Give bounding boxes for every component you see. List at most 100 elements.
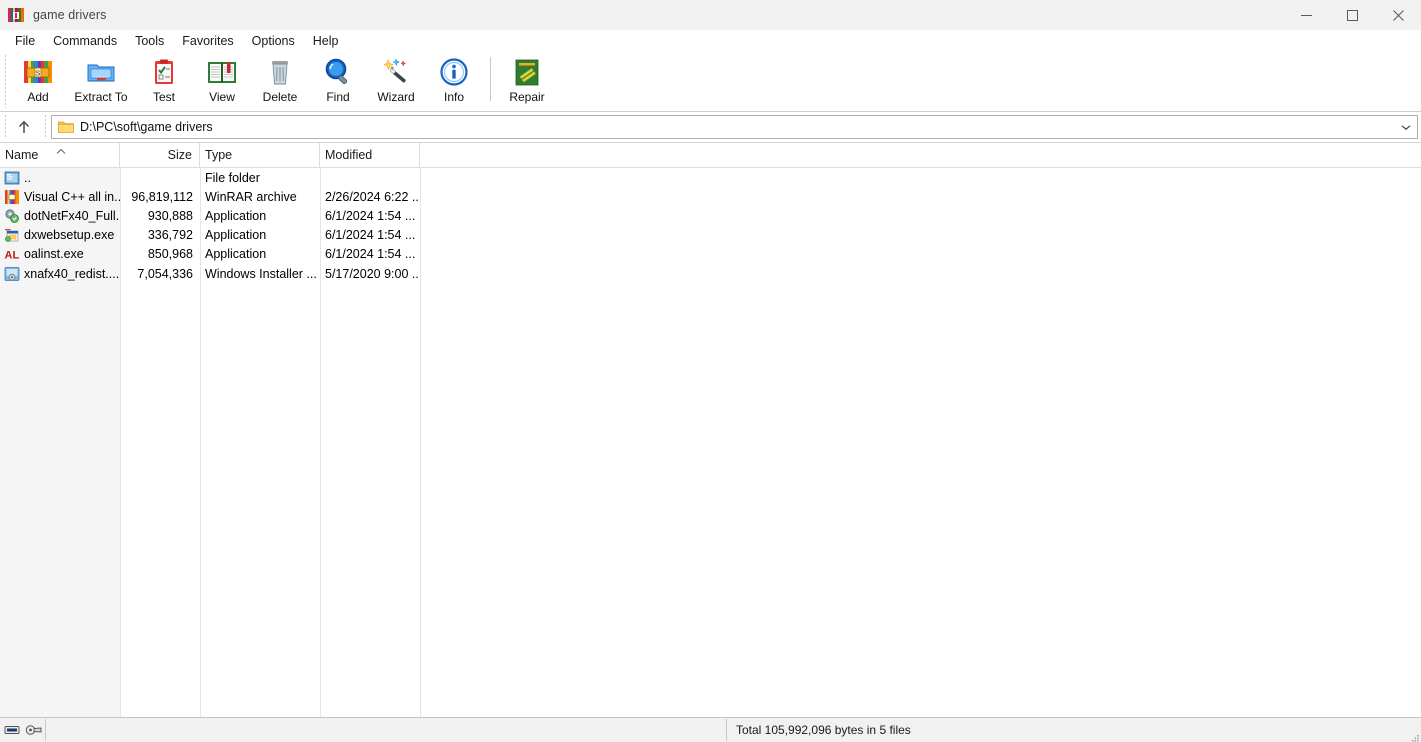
column-header-name[interactable]: Name	[0, 143, 120, 167]
row-name-cell: ..	[0, 170, 120, 186]
row-type-cell: Application	[200, 247, 320, 261]
msi-installer-icon	[4, 266, 20, 282]
column-header-name-label: Name	[5, 148, 38, 162]
address-combo-grip[interactable]	[42, 115, 49, 139]
column-header-size[interactable]: Size	[120, 143, 200, 167]
column-header-size-label: Size	[168, 148, 192, 162]
row-size-cell: 930,888	[120, 209, 200, 223]
window-title: game drivers	[33, 8, 106, 22]
column-header-modified[interactable]: Modified	[320, 143, 420, 167]
delete-button[interactable]: Delete	[251, 54, 309, 107]
toolbar-grip[interactable]	[2, 55, 9, 108]
close-button[interactable]	[1375, 0, 1421, 30]
row-type-cell: Application	[200, 209, 320, 223]
test-button[interactable]: Test	[135, 54, 193, 107]
winrar-window: game drivers File Commands Tools Favorit…	[0, 0, 1421, 742]
svg-text:AL: AL	[5, 250, 20, 262]
path-combobox[interactable]: D:\PC\soft\game drivers	[51, 115, 1418, 139]
file-list-panel: Name Size Type Modified	[0, 142, 1421, 717]
wizard-wand-icon	[380, 56, 412, 88]
column-header-modified-label: Modified	[325, 148, 372, 162]
repair-button[interactable]: Repair	[498, 54, 556, 107]
menu-bar: File Commands Tools Favorites Options He…	[0, 30, 1421, 52]
row-modified-cell: 6/1/2024 1:54 ...	[320, 228, 420, 242]
menu-options[interactable]: Options	[243, 31, 304, 51]
status-bar-total: Total 105,992,096 bytes in 5 files	[727, 723, 1421, 737]
menu-tools[interactable]: Tools	[126, 31, 173, 51]
wizard-button[interactable]: Wizard	[367, 54, 425, 107]
menu-help[interactable]: Help	[304, 31, 348, 51]
table-row[interactable]: .. File folder	[0, 168, 1421, 187]
sort-ascending-icon	[56, 144, 66, 151]
row-modified-cell: 6/1/2024 1:54 ...	[320, 247, 420, 261]
maximize-button[interactable]	[1329, 0, 1375, 30]
row-name-text: xnafx40_redist....	[24, 267, 119, 281]
key-icon[interactable]	[4, 723, 22, 737]
test-button-label: Test	[153, 90, 175, 104]
winrar-books-icon	[8, 7, 24, 23]
repair-book-icon	[511, 56, 543, 88]
view-button[interactable]: View	[193, 54, 251, 107]
up-one-level-button[interactable]	[9, 114, 39, 140]
extract-to-button-label: Extract To	[74, 90, 127, 104]
menu-commands[interactable]: Commands	[44, 31, 126, 51]
resize-grip-icon[interactable]	[1409, 730, 1419, 740]
row-size-cell: 850,968	[120, 247, 200, 261]
view-button-label: View	[209, 90, 235, 104]
add-button-label: Add	[27, 90, 48, 104]
row-name-text: Visual C++ all in...	[24, 190, 120, 204]
minimize-button[interactable]	[1283, 0, 1329, 30]
row-name-cell: xnafx40_redist....	[0, 266, 120, 282]
chevron-down-icon[interactable]	[1395, 117, 1417, 137]
delete-trash-icon	[264, 56, 296, 88]
menu-file[interactable]: File	[6, 31, 44, 51]
row-type-cell: WinRAR archive	[200, 190, 320, 204]
row-modified-cell: 5/17/2020 9:00 ...	[320, 267, 420, 281]
add-archive-icon: S	[22, 56, 54, 88]
winrar-archive-icon	[4, 189, 20, 205]
column-header-type[interactable]: Type	[200, 143, 320, 167]
delete-button-label: Delete	[263, 90, 298, 104]
status-bar-icons	[0, 719, 46, 741]
window-controls	[1283, 0, 1421, 30]
status-bar-message-area	[46, 719, 727, 741]
row-name-text: dxwebsetup.exe	[24, 228, 114, 242]
add-button[interactable]: S Add	[9, 54, 67, 107]
toolbar-separator	[490, 57, 491, 101]
disk-icon[interactable]	[25, 723, 43, 737]
row-type-cell: Application	[200, 228, 320, 242]
extract-to-button[interactable]: Extract To	[67, 54, 135, 107]
row-name-cell: dxwebsetup.exe	[0, 227, 120, 243]
extract-folder-icon	[85, 56, 117, 88]
table-row[interactable]: dotNetFx40_Full... 930,888 Application 6…	[0, 206, 1421, 225]
table-row[interactable]: xnafx40_redist.... 7,054,336 Windows Ins…	[0, 264, 1421, 283]
status-bar: Total 105,992,096 bytes in 5 files	[0, 717, 1421, 742]
menu-favorites[interactable]: Favorites	[173, 31, 242, 51]
find-magnifier-icon	[322, 56, 354, 88]
parent-folder-icon	[4, 170, 20, 186]
info-button[interactable]: Info	[425, 54, 483, 107]
path-text: D:\PC\soft\game drivers	[80, 120, 1395, 134]
row-name-cell: dotNetFx40_Full...	[0, 208, 120, 224]
find-button[interactable]: Find	[309, 54, 367, 107]
toolbar: S Add Extract To	[0, 52, 1421, 112]
table-row[interactable]: dxwebsetup.exe 336,792 Application 6/1/2…	[0, 226, 1421, 245]
wizard-button-label: Wizard	[377, 90, 414, 104]
repair-button-label: Repair	[509, 90, 544, 104]
dotnet-installer-icon	[4, 208, 20, 224]
row-modified-cell: 2/26/2024 6:22 ...	[320, 190, 420, 204]
info-button-label: Info	[444, 90, 464, 104]
info-circle-icon	[438, 56, 470, 88]
row-name-text: ..	[24, 171, 31, 185]
directx-setup-icon	[4, 227, 20, 243]
column-header-row: Name Size Type Modified	[0, 143, 1421, 168]
row-name-text: dotNetFx40_Full...	[24, 209, 120, 223]
svg-text:S: S	[36, 71, 41, 78]
table-row[interactable]: AL oalinst.exe 850,968 Application 6/1/2…	[0, 245, 1421, 264]
folder-icon	[58, 120, 74, 134]
row-size-cell: 96,819,112	[120, 190, 200, 204]
row-size-cell: 336,792	[120, 228, 200, 242]
address-bar-grip[interactable]	[2, 115, 9, 139]
row-name-cell: Visual C++ all in...	[0, 189, 120, 205]
table-row[interactable]: Visual C++ all in... 96,819,112 WinRAR a…	[0, 187, 1421, 206]
